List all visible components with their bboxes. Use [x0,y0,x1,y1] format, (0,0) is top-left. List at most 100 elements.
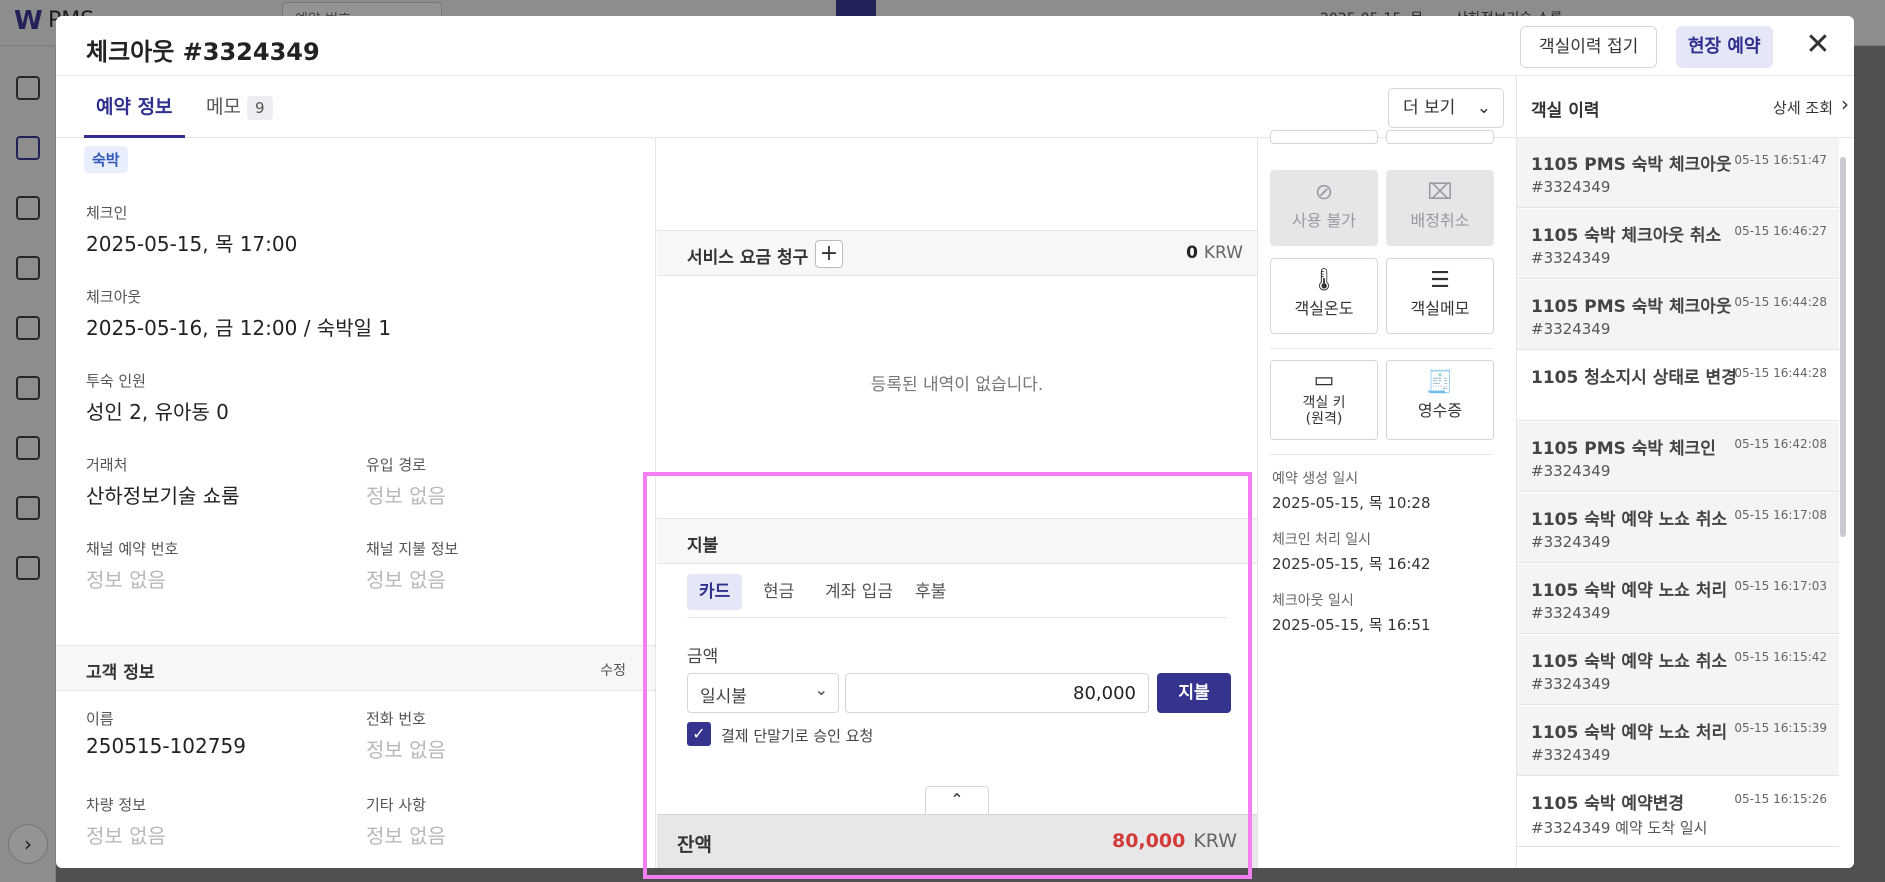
history-item[interactable]: 1105 PMS 숙박 체크아웃 05-15 16:51:47 #3324349 [1517,138,1839,208]
room-action-tile-top-left[interactable] [1270,130,1378,144]
stay-type-tag: 숙박 [84,146,128,173]
customer-info-header: 고객 정보 수정 [56,645,655,691]
chevron-up-icon[interactable]: ⌃ [925,786,989,814]
history-item[interactable]: 1105 청소지시 상태로 변경 05-15 16:44:28 [1517,351,1839,421]
service-charge-amount: 0 [1186,243,1198,263]
history-item-sub: #3324349 [1531,675,1611,693]
customer-info-title: 고객 정보 [86,663,155,683]
modal-tabs: 예약 정보 메모 9 [56,76,1516,138]
unusable-label: 사용 불가 [1292,211,1356,230]
checkin-value: 2025-05-15, 목 17:00 [86,232,298,256]
history-item-sub: #3324349 [1531,604,1611,622]
balance-amount: 80,000 [1111,830,1186,852]
more-dropdown[interactable]: 더 보기 ⌄ [1388,88,1504,128]
history-item-time: 05-15 16:17:03 [1734,579,1827,593]
customer-edit-link[interactable]: 수정 [600,660,626,680]
unusable-button[interactable]: ⊘ 사용 불가 [1270,170,1378,246]
close-icon[interactable]: ✕ [1802,30,1834,62]
etc-value: 정보 없음 [366,824,446,848]
inflow-value: 정보 없음 [366,484,446,508]
payment-tab-transfer[interactable]: 계좌 입금 [813,574,905,610]
history-item[interactable]: 1105 숙박 예약변경 05-15 16:15:26 #3324349 예약 … [1517,777,1839,847]
history-item-title: 1105 숙박 예약 노쇼 취소 [1531,652,1728,672]
history-item-sub: #3324349 예약 도착 일시 [1531,819,1708,837]
checkout-value: 2025-05-16, 금 12:00 / 숙박일 1 [86,316,392,340]
room-temperature-button[interactable]: 🌡 객실온도 [1270,258,1378,334]
phone-value: 정보 없음 [366,738,446,762]
name-value: 250515-102759 [86,734,246,758]
history-item[interactable]: 1105 숙박 예약 노쇼 처리 05-15 16:17:03 #3324349 [1517,564,1839,634]
checkin-label: 체크인 [86,204,128,222]
history-item[interactable]: 1105 숙박 예약 노쇼 처리 05-15 16:15:39 #3324349 [1517,706,1839,776]
service-charge-header: 서비스 요금 청구 + 0 KRW [657,230,1257,276]
history-item-sub: #3324349 [1531,320,1611,338]
room-action-tile-top-right[interactable] [1386,130,1494,144]
channel-no-label: 채널 예약 번호 [86,540,179,558]
history-item-title: 1105 PMS 숙박 체크아웃 [1531,297,1732,317]
checkout-at-value: 2025-05-15, 목 16:51 [1272,616,1431,634]
room-actions-panel: ⊘ 사용 불가 ⌧ 배정취소 🌡 객실온도 ☰ 객실메모 ▭ 객실 키 (원격)… [1257,130,1516,868]
more-label: 더 보기 [1403,98,1456,118]
created-at-label: 예약 생성 일시 [1272,471,1359,487]
payment-tab-deferred[interactable]: 후불 [903,574,958,610]
chevron-right-icon[interactable]: › [1841,92,1849,116]
history-item-time: 05-15 16:15:42 [1734,650,1827,664]
payment-title: 지불 [687,536,719,556]
checkin-processed-label: 체크인 처리 일시 [1272,532,1372,548]
remote-room-key-button[interactable]: ▭ 객실 키 (원격) [1270,360,1378,440]
history-item[interactable]: 1105 숙박 체크아웃 취소 05-15 16:46:27 #3324349 [1517,209,1839,279]
reservation-info-panel: 숙박 체크인 2025-05-15, 목 17:00 체크아웃 2025-05-… [56,138,656,868]
room-temperature-label: 객실온도 [1294,299,1354,318]
room-history-panel: 객실 이력 상세 조회 › 1105 PMS 숙박 체크아웃 05-15 16:… [1516,76,1854,868]
terminal-approval-checkbox[interactable]: ✓ [687,722,711,746]
history-item-time: 05-15 16:17:08 [1734,508,1827,522]
history-detail-link[interactable]: 상세 조회 [1773,97,1833,118]
history-item[interactable]: 1105 PMS 숙박 체크아웃 05-15 16:44:28 #3324349 [1517,280,1839,350]
checkout-at-label: 체크아웃 일시 [1272,593,1354,609]
history-item-sub: #3324349 [1531,462,1611,480]
payment-method-tabs: 카드 현금 계좌 입금 후불 [687,574,1227,618]
room-key-remote-label: (원격) [1305,411,1343,427]
history-item[interactable]: 1105 숙박 예약 노쇼 취소 05-15 16:17:08 #3324349 [1517,493,1839,563]
pay-button[interactable]: 지불 [1157,673,1231,713]
chevron-down-icon: ⌄ [1476,98,1491,118]
room-history-fold-button[interactable]: 객실이력 접기 [1520,26,1658,68]
card-key-icon: ▭ [1313,368,1335,393]
receipt-icon: 🧾 [1426,370,1454,395]
payment-tab-cash[interactable]: 현금 [751,574,806,610]
history-item-time: 05-15 16:42:08 [1734,437,1827,451]
walkin-reservation-button[interactable]: 현장 예약 [1676,26,1773,68]
receipt-label: 영수증 [1417,401,1463,420]
history-item[interactable]: 1105 숙박 예약 노쇼 취소 05-15 16:15:42 #3324349 [1517,635,1839,705]
room-memo-label: 객실메모 [1410,299,1470,318]
history-item-title: 1105 숙박 체크아웃 취소 [1531,226,1722,246]
payment-tab-card[interactable]: 카드 [687,574,743,610]
tab-reservation-info[interactable]: 예약 정보 [84,76,185,138]
history-item-title: 1105 숙박 예약 노쇼 취소 [1531,510,1728,530]
history-scrollbar[interactable] [1840,157,1846,537]
channel-no-value: 정보 없음 [86,568,166,592]
tab-memo[interactable]: 메모 9 [206,76,273,138]
guests-value: 성인 2, 유아동 0 [86,400,229,424]
room-key-label: 객실 키 [1302,395,1346,411]
receipt-button[interactable]: 🧾 영수증 [1386,360,1494,440]
name-label: 이름 [86,710,114,728]
amount-input[interactable] [845,673,1149,713]
partner-value: 산하정보기술 쇼룸 [86,484,240,508]
payment-header: 지불 [657,518,1257,564]
chevron-down-icon: ⌄ [814,680,828,699]
inflow-label: 유입 경로 [366,456,426,474]
history-item-time: 05-15 16:44:28 [1734,295,1827,309]
history-item-title: 1105 숙박 예약 노쇼 처리 [1531,723,1728,743]
room-memo-button[interactable]: ☰ 객실메모 [1386,258,1494,334]
service-charge-title: 서비스 요금 청구 [687,248,809,268]
history-item-sub: #3324349 [1531,178,1611,196]
note-icon: ☰ [1430,268,1450,293]
add-service-charge-button[interactable]: + [815,240,843,268]
cancel-assign-button[interactable]: ⌧ 배정취소 [1386,170,1494,246]
phone-label: 전화 번호 [366,710,426,728]
channel-pay-value: 정보 없음 [366,568,446,592]
history-item[interactable]: 1105 PMS 숙박 체크인 05-15 16:42:08 #3324349 [1517,422,1839,492]
block-icon: ⊘ [1314,180,1334,205]
installment-select[interactable]: 일시불 ⌄ [687,673,839,713]
